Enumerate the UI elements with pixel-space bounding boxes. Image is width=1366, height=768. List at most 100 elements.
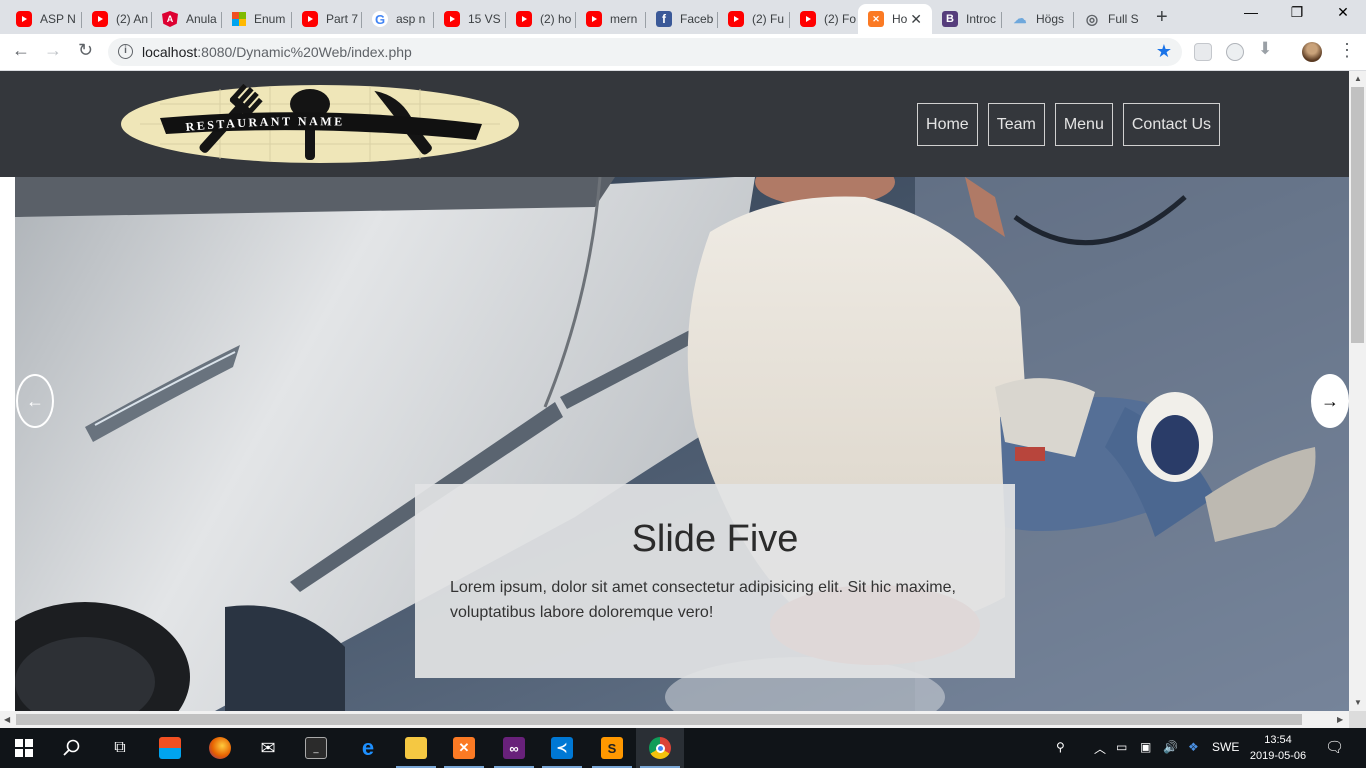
extension-icon[interactable] <box>1226 43 1244 61</box>
scroll-down-icon[interactable]: ▼ <box>1354 698 1362 707</box>
taskbar-store[interactable] <box>146 728 194 768</box>
youtube-icon <box>728 11 744 27</box>
search-icon <box>63 739 80 756</box>
horizontal-scrollbar[interactable]: ◀ ▶ <box>0 711 1349 728</box>
browser-tab[interactable]: (2) An <box>82 4 152 34</box>
download-icon[interactable]: ⬇ <box>1258 39 1272 59</box>
back-arrow-icon[interactable]: ← <box>12 40 30 61</box>
windows-taskbar: ⧉ ✉ _ e ✕ ∞ ≺ S ⚲ ︿ ▭ ▣ 🔊 ❖ SWE 13:54 20… <box>0 728 1366 768</box>
vscode-icon: ≺ <box>551 737 573 759</box>
close-tab-icon[interactable]: ✕ <box>910 11 922 28</box>
scrollbar-corner <box>1349 711 1366 728</box>
info-icon[interactable]: i <box>118 44 133 59</box>
browser-tab[interactable]: (2) ho <box>506 4 576 34</box>
nav-contact-us-link[interactable]: Contact Us <box>1122 103 1220 146</box>
people-icon[interactable]: ⚲ <box>1056 740 1065 754</box>
browser-tab[interactable]: A Anula <box>152 4 222 34</box>
xampp-icon: ✕ <box>453 737 475 759</box>
scroll-left-icon[interactable]: ◀ <box>4 715 10 724</box>
horizontal-scroll-thumb[interactable] <box>16 714 1302 725</box>
task-view-button[interactable]: ⧉ <box>96 728 144 768</box>
taskbar-file-explorer[interactable] <box>392 728 440 768</box>
terminal-icon: _ <box>305 737 327 759</box>
browser-tab[interactable]: f Faceb <box>646 4 718 34</box>
browser-tab[interactable]: Part 7 <box>292 4 362 34</box>
carousel-prev-button[interactable]: ← <box>16 374 54 428</box>
notifications-icon[interactable]: 🗨 <box>1325 738 1344 756</box>
nav-menu-link[interactable]: Menu <box>1054 103 1113 146</box>
forward-arrow-icon[interactable]: → <box>44 40 62 61</box>
edge-icon: e <box>361 735 375 760</box>
windows-logo-icon <box>15 739 33 757</box>
browser-tab[interactable]: (2) Fo <box>790 4 858 34</box>
slide-text: Lorem ipsum, dolor sit amet consectetur … <box>450 579 956 621</box>
bootstrap-icon: B <box>942 11 958 27</box>
menu-dots-icon[interactable]: ⋮ <box>1338 40 1356 61</box>
carousel-next-button[interactable]: → <box>1311 374 1349 428</box>
battery-icon[interactable]: ▭ <box>1116 740 1127 754</box>
search-button[interactable] <box>48 728 96 768</box>
youtube-icon <box>444 11 460 27</box>
extension-icon[interactable] <box>1194 43 1212 61</box>
vertical-scrollbar[interactable]: ▲ ▼ <box>1349 71 1366 711</box>
youtube-icon <box>302 11 318 27</box>
dropbox-icon[interactable]: ❖ <box>1188 740 1199 754</box>
new-tab-button[interactable]: + <box>1156 6 1168 29</box>
scroll-up-icon[interactable]: ▲ <box>1354 74 1362 83</box>
restore-icon[interactable]: ❐ <box>1274 4 1320 21</box>
browser-tab-strip: ASP N (2) An A Anula Enum Part 7 Gasp n 1… <box>0 0 1366 34</box>
browser-tab[interactable]: 15 VS <box>434 4 506 34</box>
url-text[interactable]: localhost:8080/Dynamic%20Web/index.php <box>142 44 412 60</box>
nav-home-link[interactable]: Home <box>917 103 978 146</box>
taskbar-mail[interactable]: ✉ <box>244 728 292 768</box>
chevron-up-icon[interactable]: ︿ <box>1094 740 1106 757</box>
mail-icon: ✉ <box>260 737 276 758</box>
browser-tab[interactable]: mern <box>576 4 646 34</box>
taskbar-terminal[interactable]: _ <box>292 728 340 768</box>
browser-tab[interactable]: Gasp n <box>362 4 434 34</box>
nav-team-link[interactable]: Team <box>987 103 1045 146</box>
taskbar-edge[interactable]: e <box>344 728 392 768</box>
bookmark-star-icon[interactable]: ★ <box>1156 41 1172 62</box>
restaurant-logo[interactable]: RESTAURANT NAME <box>120 84 520 164</box>
taskbar-xampp[interactable]: ✕ <box>440 728 488 768</box>
system-clock[interactable]: 13:54 2019-05-06 <box>1246 732 1310 764</box>
slide-title: Slide Five <box>631 518 799 560</box>
clock-date: 2019-05-06 <box>1249 750 1307 762</box>
taskbar-visual-studio[interactable]: ∞ <box>490 728 538 768</box>
visual-studio-icon: ∞ <box>503 737 525 759</box>
firefox-icon <box>209 737 231 759</box>
browser-tab-active[interactable]: ✕ Ho ✕ <box>858 4 932 34</box>
language-indicator[interactable]: SWE <box>1212 740 1239 754</box>
browser-tab[interactable]: (2) Fu <box>718 4 790 34</box>
vertical-scroll-thumb[interactable] <box>1351 87 1364 343</box>
network-icon[interactable]: ▣ <box>1140 740 1151 754</box>
google-icon: G <box>372 11 388 27</box>
minimize-icon[interactable]: — <box>1228 4 1274 20</box>
volume-icon[interactable]: 🔊 <box>1163 740 1178 754</box>
close-window-icon[interactable]: ✕ <box>1320 4 1366 21</box>
browser-tab[interactable]: ☁ Högs <box>1002 4 1074 34</box>
globe-icon: ◎ <box>1085 10 1099 27</box>
xampp-icon: ✕ <box>868 11 884 27</box>
store-icon <box>159 737 181 759</box>
avatar[interactable] <box>1302 42 1322 62</box>
reload-icon[interactable]: ↻ <box>78 40 93 61</box>
browser-tab[interactable]: B Introc <box>932 4 1002 34</box>
page-viewport: RESTAURANT NAME Home Team Menu Contact U… <box>0 71 1349 711</box>
windows-start-button[interactable] <box>0 728 48 768</box>
taskbar-chrome[interactable] <box>636 728 684 768</box>
chrome-icon <box>649 737 671 759</box>
browser-tab[interactable]: ◎ Full S <box>1074 4 1146 34</box>
browser-tab[interactable]: Enum <box>222 4 292 34</box>
taskbar-sublime[interactable]: S <box>588 728 636 768</box>
scroll-right-icon[interactable]: ▶ <box>1337 715 1343 724</box>
browser-tab[interactable]: ASP N <box>6 4 82 34</box>
taskbar-vscode[interactable]: ≺ <box>538 728 586 768</box>
youtube-icon <box>516 11 532 27</box>
address-bar[interactable]: i localhost:8080/Dynamic%20Web/index.php… <box>108 38 1182 66</box>
youtube-icon <box>800 11 816 27</box>
folder-icon <box>405 737 427 759</box>
taskbar-firefox[interactable] <box>196 728 244 768</box>
youtube-icon <box>586 11 602 27</box>
